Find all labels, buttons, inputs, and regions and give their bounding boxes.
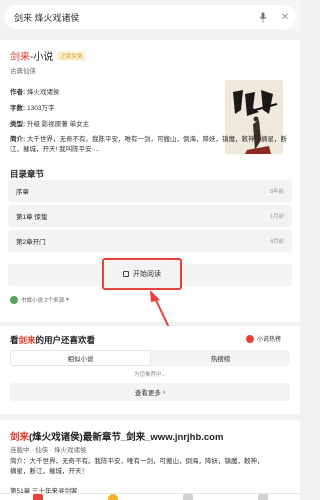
chevron-down-icon: ▾ (66, 297, 69, 303)
book-genre: 古典仙侠 (10, 68, 36, 75)
category-row: 类型: 升级 影视原著 单女主 (10, 121, 90, 128)
microphone-icon[interactable] (252, 6, 274, 28)
loading-hint: 为您推荐中... (133, 372, 167, 378)
source-avatar-icon (10, 296, 18, 304)
recommend-title: 看剑来的用户还喜欢看 (10, 335, 96, 345)
book-title-row[interactable]: 剑来-小说 正版免费 (10, 48, 86, 63)
result-meta: 连载中 · 仙侠 · 烽火戏诸侯 (10, 447, 87, 454)
chevron-right-icon: › (162, 388, 166, 396)
result-intro-cont: 摘星，断江，摧城，开天！ (10, 468, 88, 475)
chapters-title: 目录章节 (10, 169, 45, 179)
author-row: 作者: 烽火戏诸侯 (10, 89, 60, 96)
book-title[interactable]: 剑来-小说 (10, 48, 53, 63)
fire-icon (246, 334, 254, 343)
start-reading-label: 开始阅读 (133, 271, 161, 278)
free-tag-badge: 正版免费 (57, 50, 86, 61)
source-selector[interactable]: 书旗小说 2个来源 ▾ (10, 296, 69, 304)
center-icon[interactable] (107, 494, 118, 500)
chapter-item[interactable]: 第2章开门 4月前 (8, 230, 292, 252)
home-icon[interactable] (32, 494, 43, 500)
search-query[interactable]: 剑来 烽火戏诸侯 (14, 11, 252, 24)
tab-hot-search[interactable]: 热搜榜 (151, 350, 290, 366)
chapter-item[interactable]: 序章 8年前 (8, 180, 292, 202)
words-row: 字数: 1303万字 (10, 105, 55, 112)
tab-similar[interactable]: 相似小说 (10, 350, 151, 366)
result-intro: 简介：大千世界，无奇不有。我陈平安，唯有一剑，可搬山，倒海，降妖，镇魔，敕神， (10, 458, 264, 465)
recommend-tabs: 相似小说 热搜榜 (10, 350, 290, 366)
book-icon (123, 271, 129, 277)
author-name[interactable]: 烽火戏诸侯 (27, 89, 60, 96)
start-reading-button[interactable]: 开始阅读 (102, 258, 182, 290)
hot-ranking-link[interactable]: 小说热榜 (246, 334, 281, 343)
nav-icon[interactable] (257, 494, 268, 500)
chapter-item[interactable]: 第1章 惊蛰 1月前 (8, 205, 292, 227)
nav-icon[interactable] (182, 494, 193, 500)
clear-icon[interactable]: ✕ (274, 6, 296, 28)
top-bar: 剑来 烽火戏诸侯 ✕ (0, 0, 300, 34)
bottom-nav (0, 493, 300, 500)
result-title-link[interactable]: 剑来(烽火戏诸侯)最新章节_剑来_www.jnrjhb.com (10, 429, 223, 443)
search-input[interactable]: 剑来 烽火戏诸侯 ✕ (4, 5, 296, 29)
view-more-button[interactable]: 查看更多 › (10, 383, 290, 401)
chapter-list: 序章 8年前 第1章 惊蛰 1月前 第2章开门 4月前 (8, 180, 292, 255)
book-intro: 简介: 大千世界，无奇不有。我陈平安，唯有一剑，可搬山，倒海，降妖，镇魔，敕神，… (10, 136, 287, 153)
